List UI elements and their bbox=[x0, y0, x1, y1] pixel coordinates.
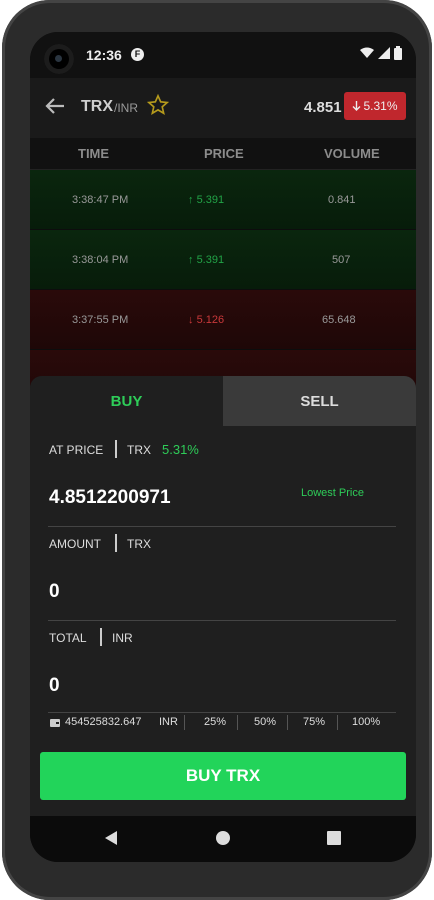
label-divider bbox=[115, 534, 117, 552]
amount-input[interactable]: 0 bbox=[49, 581, 60, 603]
app-screen: 12:36 F TRX /INR 4.851 5.31% TIME PRICE … bbox=[30, 32, 416, 862]
trade-row: 3:38:47 PM ↑ 5.391 0.841 bbox=[30, 170, 416, 230]
nav-home-icon[interactable] bbox=[215, 830, 231, 846]
pair-header: TRX /INR 4.851 5.31% bbox=[30, 78, 416, 138]
trade-volume: 507 bbox=[332, 254, 351, 266]
trade-price-value: 5.126 bbox=[196, 314, 225, 326]
phone-frame: 12:36 F TRX /INR 4.851 5.31% TIME PRICE … bbox=[2, 0, 432, 900]
quote-currency: /INR bbox=[114, 101, 138, 115]
trade-volume: 65.648 bbox=[322, 314, 356, 326]
arrow-down-icon bbox=[352, 101, 361, 111]
last-price: 4.851 bbox=[304, 99, 342, 116]
at-price-change: 5.31% bbox=[162, 442, 199, 457]
back-arrow-icon[interactable] bbox=[44, 95, 66, 117]
tab-buy[interactable]: BUY bbox=[30, 376, 223, 426]
signal-icon bbox=[378, 47, 390, 59]
favorite-star-icon[interactable] bbox=[147, 94, 169, 116]
lowest-price-link[interactable]: Lowest Price bbox=[301, 487, 364, 499]
price-input[interactable]: 4.8512200971 bbox=[49, 487, 171, 509]
trade-volume: 0.841 bbox=[328, 194, 356, 206]
notification-icon: F bbox=[131, 48, 144, 61]
col-time: TIME bbox=[78, 146, 110, 161]
wallet-icon bbox=[50, 719, 60, 727]
pair-symbol: TRX bbox=[81, 98, 113, 115]
trade-price-value: 5.391 bbox=[196, 254, 225, 266]
col-price: PRICE bbox=[204, 146, 244, 161]
buy-trx-button[interactable]: BUY TRX bbox=[40, 752, 406, 800]
balance-unit: INR bbox=[159, 716, 178, 728]
percent-100-button[interactable]: 100% bbox=[352, 716, 380, 728]
battery-icon bbox=[394, 46, 402, 60]
trade-price-value: 5.391 bbox=[196, 194, 225, 206]
status-icons bbox=[360, 46, 402, 60]
percent-divider bbox=[337, 715, 338, 730]
system-nav-bar bbox=[30, 816, 416, 862]
trade-row: 3:38:04 PM ↑ 5.391 507 bbox=[30, 230, 416, 290]
total-input[interactable]: 0 bbox=[49, 675, 60, 697]
at-price-label: AT PRICE bbox=[49, 443, 104, 457]
percent-50-button[interactable]: 50% bbox=[254, 716, 276, 728]
divider bbox=[48, 620, 396, 621]
trade-price: ↓ 5.126 bbox=[188, 314, 225, 326]
divider bbox=[48, 526, 396, 527]
percent-25-button[interactable]: 25% bbox=[204, 716, 226, 728]
total-label: TOTAL bbox=[49, 631, 87, 645]
status-time: 12:36 bbox=[86, 47, 122, 63]
nav-back-icon[interactable] bbox=[103, 830, 119, 846]
wifi-icon bbox=[360, 47, 374, 58]
change-percent: 5.31% bbox=[363, 99, 398, 113]
col-volume: VOLUME bbox=[324, 146, 380, 161]
trade-time: 3:38:04 PM bbox=[72, 254, 129, 266]
amount-label: AMOUNT bbox=[49, 537, 101, 551]
percent-divider bbox=[287, 715, 288, 730]
at-price-unit: TRX bbox=[127, 443, 151, 457]
amount-unit: TRX bbox=[127, 537, 151, 551]
status-bar: 12:36 F bbox=[30, 32, 416, 78]
label-divider bbox=[115, 440, 117, 458]
front-camera bbox=[44, 44, 74, 74]
label-divider bbox=[100, 628, 102, 646]
total-unit: INR bbox=[112, 631, 133, 645]
trade-row: 3:37:55 PM ↓ 5.126 65.648 bbox=[30, 290, 416, 350]
nav-recents-icon[interactable] bbox=[326, 830, 342, 846]
balance-row: 454525832.647 INR 25% 50% 75% 100% bbox=[30, 712, 416, 734]
trade-time: 3:37:55 PM bbox=[72, 314, 129, 326]
balance-divider bbox=[184, 715, 185, 730]
order-sheet: BUY SELL AT PRICE TRX 5.31% 4.8512200971… bbox=[30, 376, 416, 816]
change-badge: 5.31% bbox=[344, 92, 406, 120]
percent-divider bbox=[237, 715, 238, 730]
trade-price: ↑ 5.391 bbox=[188, 194, 225, 206]
tab-sell[interactable]: SELL bbox=[223, 376, 416, 426]
trades-table-header: TIME PRICE VOLUME bbox=[30, 138, 416, 170]
percent-75-button[interactable]: 75% bbox=[303, 716, 325, 728]
balance-value: 454525832.647 bbox=[65, 716, 142, 728]
trade-price: ↑ 5.391 bbox=[188, 254, 225, 266]
trade-time: 3:38:47 PM bbox=[72, 194, 129, 206]
